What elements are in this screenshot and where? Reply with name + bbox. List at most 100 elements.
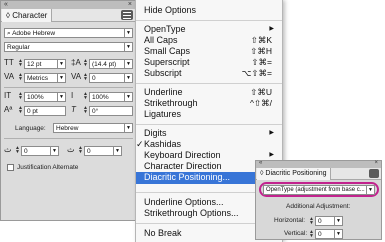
- chevron-down-icon[interactable]: ▼: [57, 60, 65, 68]
- font-size-stepper[interactable]: ▲ ▼: [18, 59, 23, 68]
- font-size-field[interactable]: 12 pt ▼: [24, 59, 66, 69]
- tracking-value: 0: [92, 75, 96, 82]
- diacritic-left-field[interactable]: 0 ▼: [21, 146, 59, 156]
- search-icon: ⌕: [7, 30, 11, 37]
- menu-item-subscript[interactable]: Subscript ⌥⇧⌘=: [136, 68, 282, 79]
- menu-shortcut: ⇧⌘K: [250, 35, 272, 45]
- menu-item-all-caps[interactable]: All Caps ⇧⌘K: [136, 35, 282, 46]
- tab-character[interactable]: ◊ Character: [2, 9, 53, 22]
- panel-title-bar[interactable]: « ×: [256, 160, 381, 168]
- menu-item-label: Underline: [144, 87, 183, 97]
- diacritic-right-value: 0: [87, 148, 91, 155]
- leading-value: (14.4 pt): [92, 61, 117, 68]
- skew-field[interactable]: 0°: [89, 106, 133, 116]
- font-style-field[interactable]: Regular ▼: [4, 42, 133, 52]
- vertical-scale-icon: IT: [4, 91, 12, 100]
- menu-item-superscript[interactable]: Superscript ⇧⌘=: [136, 57, 282, 68]
- baseline-shift-value: 0 pt: [27, 108, 38, 115]
- menu-item-label: Underline Options...: [144, 197, 224, 207]
- chevron-down-icon[interactable]: ▼: [124, 29, 132, 37]
- submenu-arrow-icon: ▶: [269, 26, 274, 32]
- chevron-down-icon[interactable]: ▼: [124, 74, 132, 82]
- chevron-down-icon[interactable]: ▼: [113, 147, 121, 155]
- chevron-down-icon[interactable]: ▼: [124, 93, 132, 101]
- panel-menu-button[interactable]: [121, 10, 133, 20]
- font-family-field[interactable]: ⌕ Adobe Hebrew ▼: [4, 28, 133, 38]
- horizontal-scale-stepper[interactable]: ▲ ▼: [83, 92, 88, 101]
- tab-character-label: Character: [12, 11, 48, 20]
- horizontal-value: 0: [318, 218, 322, 225]
- kerning-field[interactable]: Metrics ▼: [24, 73, 66, 83]
- baseline-shift-icon: Aª: [4, 105, 13, 114]
- panel-title-bar[interactable]: « ×: [1, 1, 135, 9]
- tab-diacritic-label: Diacritic Positioning: [265, 170, 327, 177]
- vertical-field[interactable]: 0 ▼: [315, 229, 343, 239]
- baseline-shift-stepper[interactable]: ▲ ▼: [18, 106, 23, 115]
- menu-item-underline[interactable]: Underline ⇧⌘U: [136, 87, 282, 98]
- vertical-scale-field[interactable]: 100% ▼: [24, 92, 66, 102]
- diacritic-left-value: 0: [24, 148, 28, 155]
- menu-item-strikethrough[interactable]: Strikethrough ^⇧⌘/: [136, 98, 282, 109]
- close-icon[interactable]: ×: [128, 1, 132, 9]
- menu-separator: [136, 83, 282, 84]
- tracking-stepper[interactable]: ▲ ▼: [83, 73, 88, 82]
- vertical-scale-value: 100%: [27, 94, 44, 101]
- menu-item-hide-options[interactable]: Hide Options: [136, 5, 282, 16]
- diacritic-right-stepper[interactable]: ▲ ▼: [78, 146, 83, 155]
- positioning-dropdown-value: OpenType (adjustment from base c...: [266, 187, 365, 193]
- chevron-down-icon[interactable]: ▼: [334, 217, 342, 225]
- collapse-icon[interactable]: «: [259, 160, 262, 166]
- menu-item-small-caps[interactable]: Small Caps ⇧⌘H: [136, 46, 282, 57]
- leading-stepper[interactable]: ▲ ▼: [83, 59, 88, 68]
- chevron-down-icon[interactable]: ▼: [57, 93, 65, 101]
- menu-item-digits[interactable]: Digits ▶: [136, 128, 282, 139]
- chevron-down-icon[interactable]: ▼: [334, 230, 342, 238]
- language-value: Hebrew: [56, 125, 79, 132]
- justification-alternate-checkbox[interactable]: [7, 164, 14, 171]
- chevron-down-icon[interactable]: ▼: [124, 60, 132, 68]
- skew-stepper[interactable]: ▲ ▼: [83, 106, 88, 115]
- panel-menu-button[interactable]: [369, 169, 379, 178]
- chevron-down-icon[interactable]: ▼: [124, 124, 132, 132]
- tracking-field[interactable]: 0 ▼: [89, 73, 133, 83]
- chevron-down-icon[interactable]: ▼: [50, 147, 58, 155]
- submenu-arrow-icon: ▶: [269, 130, 274, 136]
- vertical-stepper[interactable]: ▲ ▼: [309, 230, 314, 239]
- vertical-value: 0: [318, 231, 322, 238]
- chevron-down-icon[interactable]: ▼: [366, 186, 374, 194]
- tab-diacritic-positioning[interactable]: ◊ Diacritic Positioning: [257, 168, 331, 180]
- menu-shortcut: ⌥⇧⌘=: [241, 68, 272, 78]
- collapse-icon[interactable]: «: [4, 1, 8, 9]
- horizontal-stepper[interactable]: ▲ ▼: [309, 217, 314, 226]
- panel-tab-row: ◊ Character: [1, 9, 135, 22]
- justification-alternate-label: Justification Alternate: [17, 164, 79, 171]
- kerning-stepper[interactable]: ▲ ▼: [18, 73, 23, 82]
- checkmark-icon: ✓: [136, 139, 144, 149]
- menu-item-opentype[interactable]: OpenType ▶: [136, 24, 282, 35]
- language-field[interactable]: Hebrew ▼: [53, 123, 133, 133]
- menu-item-ligatures[interactable]: Ligatures: [136, 109, 282, 120]
- close-icon[interactable]: ×: [374, 160, 378, 166]
- chevron-down-icon[interactable]: ▼: [57, 74, 65, 82]
- leading-icon: ‡A: [71, 58, 81, 67]
- positioning-dropdown[interactable]: OpenType (adjustment from base c... ▼: [263, 185, 375, 195]
- diacritic-right-field[interactable]: 0 ▼: [84, 146, 122, 156]
- menu-separator: [136, 124, 282, 125]
- diacritic-left-stepper[interactable]: ▲ ▼: [15, 146, 20, 155]
- horizontal-field[interactable]: 0 ▼: [315, 216, 343, 226]
- menu-item-label: Superscript: [144, 57, 190, 67]
- menu-item-label: All Caps: [144, 35, 178, 45]
- menu-item-label: Strikethrough Options...: [144, 208, 239, 218]
- diacritic-icon: ث: [4, 145, 12, 154]
- baseline-shift-field[interactable]: 0 pt: [24, 106, 66, 116]
- additional-adjustment-label: Additional Adjustment:: [286, 203, 351, 210]
- leading-field[interactable]: (14.4 pt) ▼: [89, 59, 133, 69]
- chevron-down-icon[interactable]: ▼: [124, 43, 132, 51]
- horizontal-scale-field[interactable]: 100% ▼: [89, 92, 133, 102]
- skew-icon: T: [71, 105, 76, 114]
- menu-item-label: Subscript: [144, 68, 182, 78]
- vertical-scale-stepper[interactable]: ▲ ▼: [18, 92, 23, 101]
- vertical-label: Vertical:: [284, 230, 308, 237]
- menu-item-label: OpenType: [144, 24, 186, 34]
- menu-item-kashidas[interactable]: ✓ Kashidas: [136, 139, 282, 150]
